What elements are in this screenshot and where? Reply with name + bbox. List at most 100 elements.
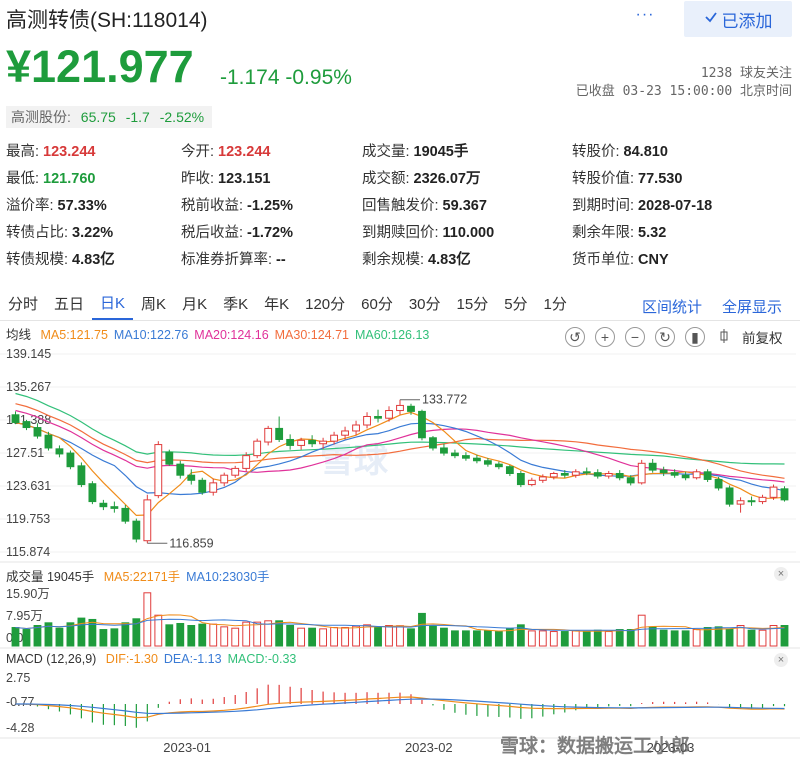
tab-2[interactable]: 日K bbox=[92, 290, 134, 320]
ma10-line bbox=[15, 421, 785, 496]
quote-row: 最低: 121.760 昨收: 123.151 成交额: 2326.07万 转股价值: 77.… bbox=[6, 168, 796, 195]
candle-body bbox=[385, 410, 393, 419]
quote-cell: 货币单位: CNY bbox=[572, 249, 796, 276]
low-annotation: 116.859 bbox=[169, 536, 213, 550]
volume-bar bbox=[747, 629, 756, 647]
ma20-line bbox=[15, 409, 785, 483]
underlying-stock-tag[interactable]: 高测股份: 65.75 -1.7 -2.52% bbox=[6, 106, 213, 128]
kline-chart[interactable]: 139.145135.267131.388127.51123.631119.75… bbox=[0, 340, 800, 764]
volume-tick-label: 7.95万 bbox=[6, 609, 43, 623]
tab-12[interactable]: 1分 bbox=[536, 290, 575, 320]
quote-cell: 转股价值: 77.530 bbox=[572, 168, 796, 195]
volume-bar bbox=[637, 614, 646, 647]
quote-cell: 今开: 123.244 bbox=[181, 141, 362, 168]
quote-cell: 到期赎回价: 110.000 bbox=[362, 222, 572, 249]
quote-row: 最高: 123.244 今开: 123.244 成交量: 19045手 转股价: 84.810 bbox=[6, 141, 796, 168]
candle-body bbox=[703, 471, 712, 480]
tab-8[interactable]: 60分 bbox=[353, 290, 401, 320]
tab-9[interactable]: 30分 bbox=[401, 290, 449, 320]
quote-value: 2326.07万 bbox=[413, 171, 481, 187]
volume-bar bbox=[363, 624, 371, 647]
quote-value: 5.32 bbox=[638, 225, 667, 241]
macd-tick-label: -0.77 bbox=[6, 695, 35, 709]
close-macd-icon[interactable]: × bbox=[774, 653, 788, 667]
quote-value: 123.244 bbox=[218, 144, 271, 160]
volume-bar bbox=[198, 623, 207, 647]
volume-bar bbox=[308, 627, 317, 647]
volume-tick-label: 15.90万 bbox=[6, 587, 50, 601]
volume-bar bbox=[440, 627, 448, 647]
underlying-stock-label: 高测股份: bbox=[11, 109, 71, 125]
quote-label: 转股价值: bbox=[572, 171, 635, 187]
volume-legend: 成交量 19045手 MA5:22171手 MA10:23030手 bbox=[6, 566, 276, 585]
tab-3[interactable]: 周K bbox=[133, 290, 174, 320]
added-to-watchlist-button[interactable]: 已添加 bbox=[684, 1, 792, 37]
candle-body bbox=[429, 437, 437, 449]
volume-bar bbox=[560, 631, 569, 647]
volume-bar bbox=[99, 629, 108, 647]
quote-value: 77.530 bbox=[638, 171, 683, 187]
added-label: 已添加 bbox=[721, 11, 773, 31]
candle-body bbox=[758, 496, 767, 503]
quote-value: 123.244 bbox=[43, 144, 96, 160]
y-tick-label: 115.874 bbox=[6, 545, 50, 559]
tab-1[interactable]: 五日 bbox=[46, 290, 92, 320]
tab-11[interactable]: 5分 bbox=[496, 290, 535, 320]
volume-bar bbox=[451, 630, 459, 647]
volume-bar bbox=[297, 627, 306, 647]
quote-label: 转债占比: bbox=[6, 225, 69, 241]
candle-body bbox=[264, 427, 273, 443]
quote-label: 最低: bbox=[6, 171, 40, 187]
underlying-stock-pct: -2.52% bbox=[159, 109, 205, 125]
volume-bar bbox=[110, 628, 119, 647]
volume-bar bbox=[692, 629, 701, 647]
tab-0[interactable]: 分时 bbox=[0, 290, 46, 320]
candle-body bbox=[571, 471, 580, 476]
volume-bar bbox=[615, 629, 624, 647]
quote-grid: 最高: 123.244 今开: 123.244 成交量: 19045手 转股价: 84.810… bbox=[6, 141, 796, 276]
tab-6[interactable]: 年K bbox=[256, 290, 297, 320]
volume-bar bbox=[571, 630, 580, 647]
candle-body bbox=[319, 440, 328, 445]
volume-bar bbox=[604, 631, 613, 647]
fullscreen-link[interactable]: 全屏显示 bbox=[722, 296, 782, 317]
close-volume-icon[interactable]: × bbox=[774, 567, 788, 581]
candle-body bbox=[527, 479, 536, 486]
range-statistics-link[interactable]: 区间统计 bbox=[642, 296, 702, 317]
candle-body bbox=[209, 482, 218, 493]
quote-cell: 转债规模: 4.83亿 bbox=[6, 249, 181, 276]
quote-value: -- bbox=[276, 252, 286, 268]
more-options-icon[interactable]: ··· bbox=[632, 7, 658, 26]
tab-5[interactable]: 季K bbox=[215, 290, 256, 320]
quote-value: 2028-07-18 bbox=[638, 198, 713, 214]
volume-bar bbox=[33, 625, 42, 647]
candle-body bbox=[681, 474, 690, 479]
quote-label: 剩余规模: bbox=[362, 252, 425, 268]
volume-bar bbox=[22, 629, 31, 647]
macd-legend: MACD (12,26,9) DIF:-1.30 DEA:-1.13 MACD:-0… bbox=[6, 652, 302, 666]
macd-legend-title: MACD (12,26,9) bbox=[6, 652, 97, 666]
candle-body bbox=[637, 462, 646, 484]
candle-body bbox=[648, 462, 657, 471]
volume-bar bbox=[681, 630, 690, 647]
quote-value: 19045手 bbox=[413, 144, 469, 160]
tab-10[interactable]: 15分 bbox=[449, 290, 497, 320]
candle-body bbox=[418, 410, 426, 439]
candle-body bbox=[769, 486, 778, 498]
candle-body bbox=[505, 466, 514, 475]
candle-body bbox=[110, 506, 119, 509]
tab-4[interactable]: 月K bbox=[174, 290, 215, 320]
quote-value: 4.83亿 bbox=[72, 252, 115, 268]
quote-cell: 最低: 121.760 bbox=[6, 168, 181, 195]
volume-bar bbox=[374, 627, 382, 647]
volume-bar bbox=[472, 630, 481, 647]
y-tick-label: 123.631 bbox=[6, 479, 51, 493]
candle-body bbox=[549, 473, 558, 478]
volume-legend-item: MA5:22171手 bbox=[103, 570, 181, 584]
candle-body bbox=[231, 467, 240, 476]
tab-7[interactable]: 120分 bbox=[297, 290, 353, 320]
current-price: ¥121.977 bbox=[6, 41, 194, 92]
macd-legend-item: DIF:-1.30 bbox=[105, 652, 158, 666]
quote-value: -1.25% bbox=[247, 198, 293, 214]
quote-row: 转债规模: 4.83亿 标准券折算率: -- 剩余规模: 4.83亿 货币单位: CNY bbox=[6, 249, 796, 276]
